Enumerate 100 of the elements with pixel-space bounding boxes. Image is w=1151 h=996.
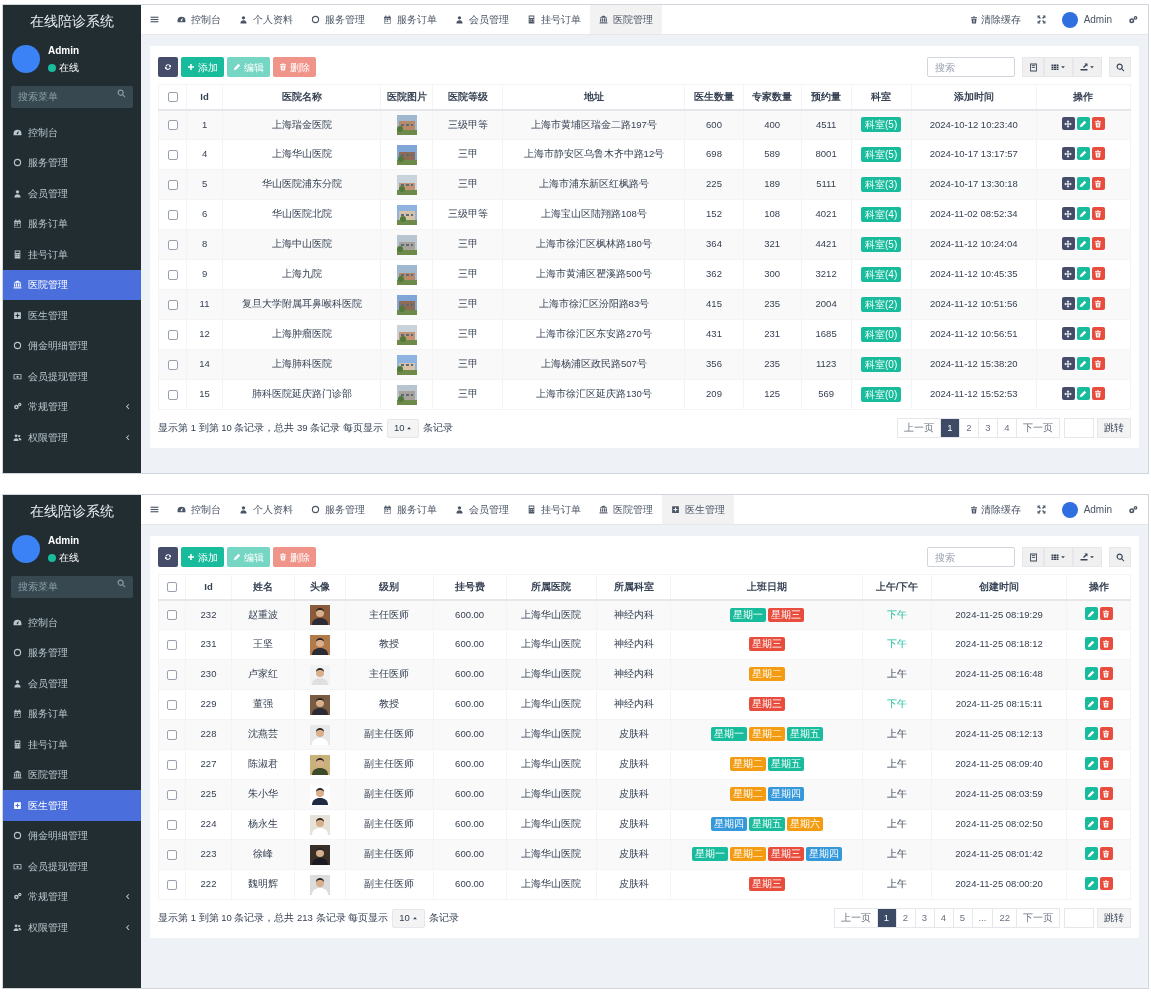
delete-button[interactable] xyxy=(1099,877,1113,891)
checkbox[interactable] xyxy=(167,639,178,650)
move-button[interactable] xyxy=(1061,207,1075,221)
menu-item[interactable]: 会员管理 xyxy=(3,178,141,209)
tab[interactable]: 挂号订单 xyxy=(518,5,590,34)
delete-button[interactable] xyxy=(1091,147,1105,161)
tab[interactable]: 会员管理 xyxy=(446,5,518,34)
page-button[interactable]: 4 xyxy=(933,908,954,928)
search-field[interactable]: 搜索 xyxy=(927,57,1015,77)
menu-item[interactable]: 会员提现管理 xyxy=(3,361,141,392)
delete-button[interactable] xyxy=(1099,817,1113,831)
menu-item[interactable]: 医生管理 xyxy=(3,790,141,821)
menu-item[interactable]: 控制台 xyxy=(3,607,141,638)
delete-button[interactable] xyxy=(1091,237,1105,251)
checkbox[interactable] xyxy=(167,849,178,860)
page-button[interactable]: 2 xyxy=(959,418,979,438)
tab[interactable]: 医院管理 xyxy=(590,495,662,524)
delete-button[interactable] xyxy=(1099,757,1113,771)
page-size-dropdown[interactable]: 10 xyxy=(392,908,425,928)
menu-item[interactable]: 服务管理 xyxy=(3,637,141,668)
user-name[interactable]: Admin xyxy=(1083,502,1112,517)
move-button[interactable] xyxy=(1061,297,1075,311)
delete-button[interactable] xyxy=(1091,207,1105,221)
menu-item[interactable]: 会员提现管理 xyxy=(3,851,141,882)
delete-button[interactable] xyxy=(1099,667,1113,681)
delete-button[interactable] xyxy=(1099,787,1113,801)
edit-button[interactable] xyxy=(1084,607,1098,621)
checkbox[interactable] xyxy=(167,179,178,190)
table-toggle-button[interactable] xyxy=(1022,547,1044,567)
menu-item[interactable]: 常规管理 xyxy=(3,391,141,422)
page-button[interactable]: 1 xyxy=(940,418,960,438)
delete-button[interactable] xyxy=(1091,297,1105,311)
checkbox[interactable] xyxy=(167,789,178,800)
move-button[interactable] xyxy=(1061,267,1075,281)
page-button[interactable]: 3 xyxy=(978,418,998,438)
clear-cache-button[interactable]: 清除缓存 xyxy=(969,502,1021,517)
checkbox[interactable] xyxy=(167,149,178,160)
page-button[interactable]: 22 xyxy=(992,908,1017,928)
tab[interactable]: 个人资料 xyxy=(230,5,302,34)
page-jump-field[interactable] xyxy=(1064,908,1094,928)
tab[interactable]: 服务管理 xyxy=(302,5,374,34)
delete-button[interactable] xyxy=(1091,387,1105,401)
refresh-button[interactable] xyxy=(158,547,178,567)
menu-item[interactable]: 权限管理 xyxy=(3,422,141,453)
tab[interactable]: 服务订单 xyxy=(374,5,446,34)
avatar[interactable] xyxy=(1061,11,1078,28)
menu-item[interactable]: 服务订单 xyxy=(3,698,141,729)
user-name[interactable]: Admin xyxy=(1083,12,1112,27)
move-button[interactable] xyxy=(1061,357,1075,371)
delete-button[interactable] xyxy=(1091,177,1105,191)
table-toggle-button[interactable] xyxy=(1022,57,1044,77)
menu-item[interactable]: 常规管理 xyxy=(3,881,141,912)
menu-item[interactable]: 医院管理 xyxy=(3,269,141,300)
tab[interactable]: 服务订单 xyxy=(374,495,446,524)
edit-button[interactable] xyxy=(1084,877,1098,891)
menu-item[interactable]: 佣金明细管理 xyxy=(3,820,141,851)
page-button[interactable]: 1 xyxy=(876,908,897,928)
clear-cache-button[interactable]: 清除缓存 xyxy=(969,12,1021,27)
menu-item[interactable]: 佣金明细管理 xyxy=(3,330,141,361)
checkbox[interactable] xyxy=(167,120,178,131)
columns-button[interactable] xyxy=(1044,547,1073,567)
page-button[interactable]: 下一页 xyxy=(1016,908,1060,928)
checkbox[interactable] xyxy=(167,669,178,680)
edit-button[interactable] xyxy=(1084,697,1098,711)
checkbox[interactable] xyxy=(167,299,178,310)
menu-item[interactable]: 医生管理 xyxy=(3,300,141,331)
delete-button[interactable] xyxy=(1091,117,1105,131)
edit-button[interactable] xyxy=(1084,757,1098,771)
checkbox[interactable] xyxy=(167,239,178,250)
page-button[interactable]: 2 xyxy=(895,908,916,928)
delete-button[interactable] xyxy=(1091,267,1105,281)
move-button[interactable] xyxy=(1061,327,1075,341)
checkbox[interactable] xyxy=(167,269,178,280)
checkbox[interactable] xyxy=(167,92,178,103)
menu-item[interactable]: 挂号订单 xyxy=(3,729,141,760)
menu-search-field[interactable]: 搜索菜单 xyxy=(11,575,133,598)
search-button[interactable] xyxy=(1109,547,1131,567)
move-button[interactable] xyxy=(1061,387,1075,401)
menu-item[interactable]: 会员管理 xyxy=(3,668,141,699)
tab[interactable]: 医生管理 xyxy=(662,495,734,524)
delete-button[interactable] xyxy=(1099,727,1113,741)
edit-button[interactable] xyxy=(1084,847,1098,861)
menu-search-field[interactable]: 搜索菜单 xyxy=(11,85,133,108)
tab[interactable]: 会员管理 xyxy=(446,495,518,524)
delete-button[interactable] xyxy=(1099,637,1113,651)
checkbox[interactable] xyxy=(167,582,178,593)
checkbox[interactable] xyxy=(167,699,178,710)
page-size-dropdown[interactable]: 10 xyxy=(386,418,420,438)
page-button[interactable]: 下一页 xyxy=(1016,418,1060,438)
tab[interactable]: 控制台 xyxy=(168,495,230,524)
checkbox[interactable] xyxy=(167,879,178,890)
menu-item[interactable]: 控制台 xyxy=(3,117,141,148)
checkbox[interactable] xyxy=(167,209,178,220)
search-field[interactable]: 搜索 xyxy=(927,547,1015,567)
edit-button[interactable] xyxy=(1084,787,1098,801)
move-button[interactable] xyxy=(1061,177,1075,191)
menu-item[interactable]: 服务订单 xyxy=(3,208,141,239)
tab[interactable]: 医院管理 xyxy=(590,5,662,34)
export-button[interactable] xyxy=(1073,57,1102,77)
checkbox[interactable] xyxy=(167,389,178,400)
